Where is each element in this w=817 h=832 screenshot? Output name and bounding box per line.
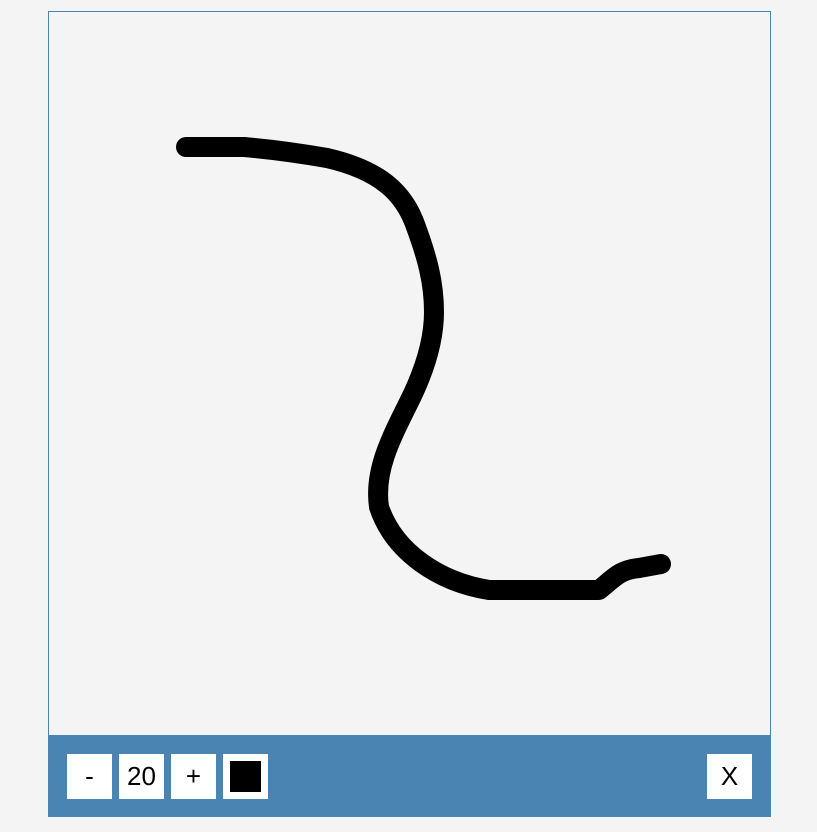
- canvas-surface[interactable]: [49, 12, 770, 734]
- brush-size-value[interactable]: 20: [119, 754, 164, 799]
- drawing-app: - 20 + X: [48, 11, 771, 817]
- close-button[interactable]: X: [707, 754, 752, 799]
- drawing-canvas[interactable]: [49, 12, 770, 734]
- drawn-stroke: [176, 137, 671, 600]
- toolbar: - 20 + X: [49, 735, 770, 816]
- color-picker-button[interactable]: [223, 754, 268, 799]
- current-color-swatch: [230, 761, 261, 792]
- increase-size-button[interactable]: +: [171, 754, 216, 799]
- decrease-size-button[interactable]: -: [67, 754, 112, 799]
